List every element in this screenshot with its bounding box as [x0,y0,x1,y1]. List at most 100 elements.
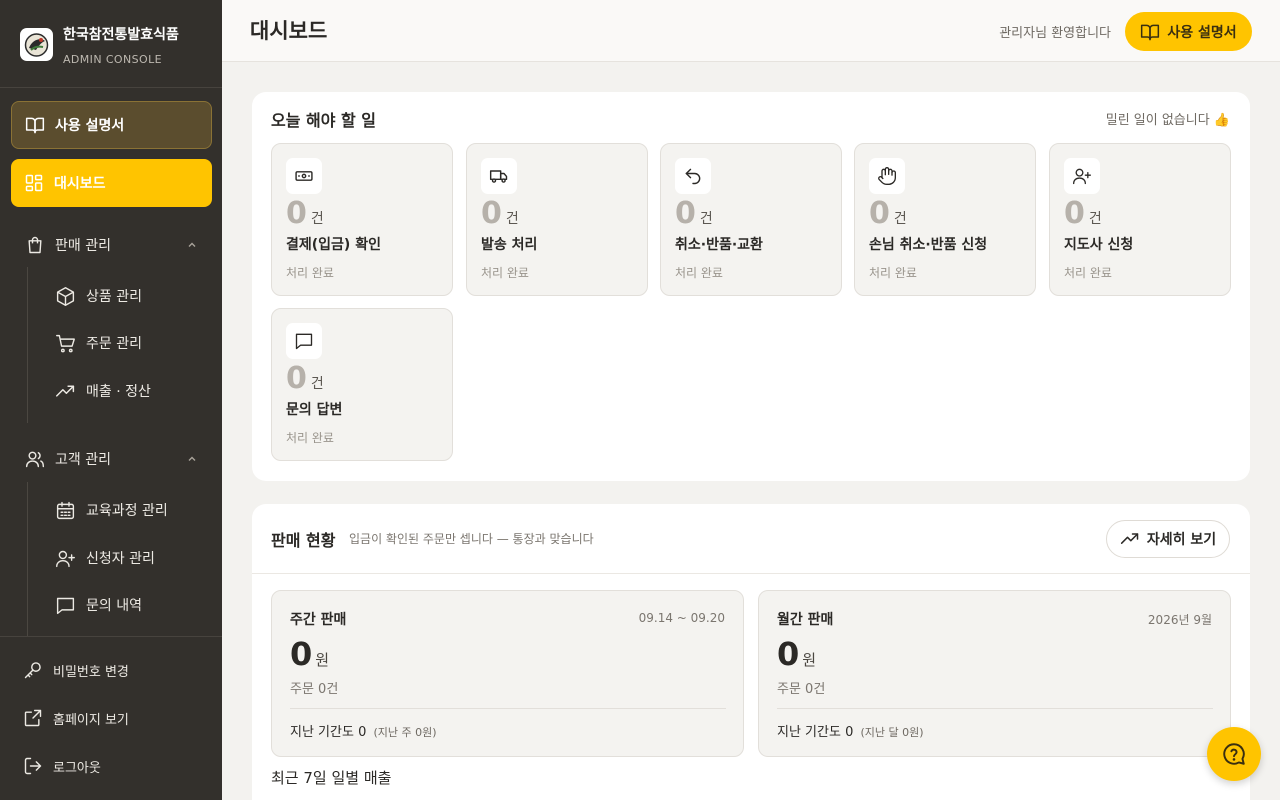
view-details-button[interactable]: 자세히 보기 [1106,520,1230,558]
task-status: 처리 완료 [1064,266,1112,280]
sidebar-group-label: 고객 관리 [55,452,111,468]
stat-orders: 주문 0건 [777,682,826,697]
truck-icon [481,158,517,194]
task-cancel-return-exchange[interactable]: 0 건 취소·반품·교환 처리 완료 [660,143,842,296]
user-plus-icon [55,548,76,569]
task-label: 손님 취소·반품 신청 [869,237,988,253]
task-status: 처리 완료 [286,266,334,280]
sidebar-item-inquiries[interactable]: 문의 내역 [55,585,215,625]
chevron-up-icon [186,239,198,251]
task-count: 0 건 [675,196,713,231]
view-details-label: 자세히 보기 [1146,532,1217,548]
user-plus-icon [1064,158,1100,194]
cart-icon [55,333,76,354]
sidebar-group-label: 판매 관리 [55,238,111,254]
task-label: 발송 처리 [481,237,538,253]
sidebar-item-label: 교육과정 관리 [86,503,168,519]
sidebar-item-label: 문의 내역 [86,598,142,614]
sidebar-group-sales[interactable]: 판매 관리 [0,223,222,267]
sidebar-bottom-label: 비밀번호 변경 [53,664,129,680]
group-line [27,267,28,423]
task-count: 0 건 [286,196,324,231]
sidebar-item-applicants[interactable]: 신청자 관리 [55,538,215,578]
task-count: 0 건 [481,196,519,231]
task-count: 0 건 [286,361,324,396]
task-status: 처리 완료 [869,266,917,280]
stat-amount-value: 0 [290,635,313,673]
stat-previous-text: 지난 기간도 0 [290,725,367,740]
sidebar-group-customers[interactable]: 고객 관리 [0,437,222,481]
task-count-unit: 건 [310,376,324,392]
task-count-unit: 건 [699,211,713,227]
external-link-icon [23,708,43,728]
users-icon [25,449,45,469]
brand-subtitle: ADMIN CONSOLE [63,53,162,66]
stat-amount-value: 0 [777,635,800,673]
sidebar-item-logout[interactable]: 로그아웃 [23,748,213,784]
hand-icon [869,158,905,194]
group-line [27,482,28,636]
task-label: 결제(입금) 확인 [286,237,381,253]
sales-card: 판매 현황 입금이 확인된 주문만 셉니다 — 통장과 맞습니다 자세히 보기 … [252,504,1250,800]
sales-divider [252,573,1250,574]
task-count-value: 0 [286,196,307,231]
task-count: 0 건 [1064,196,1102,231]
manual-button-label: 사용 설명서 [1167,24,1237,41]
sidebar-item-courses[interactable]: 교육과정 관리 [55,490,215,530]
calendar-icon [55,500,76,521]
sidebar-item-change-password[interactable]: 비밀번호 변경 [23,652,213,688]
task-count-unit: 건 [1088,211,1102,227]
cash-icon [286,158,322,194]
sidebar-item-orders[interactable]: 주문 관리 [55,323,215,363]
task-customer-cancel-request[interactable]: 0 건 손님 취소·반품 신청 처리 완료 [854,143,1036,296]
task-label: 지도사 신청 [1064,237,1134,253]
task-count-value: 0 [286,361,307,396]
task-inquiry-reply[interactable]: 0 건 문의 답변 처리 완료 [271,308,453,461]
task-count: 0 건 [869,196,907,231]
todo-card: 오늘 해야 할 일 밀린 일이 없습니다 👍 0 건 결제(입금) 확인 처리 … [252,92,1250,481]
stat-amount-unit: 원 [315,651,330,669]
help-button[interactable] [1207,727,1261,781]
task-status: 처리 완료 [286,431,334,445]
undo-icon [675,158,711,194]
sidebar-item-view-homepage[interactable]: 홈페이지 보기 [23,700,213,736]
stat-divider [777,708,1213,709]
sidebar-divider [0,636,222,637]
sidebar-item-label: 상품 관리 [86,289,142,305]
stat-range: 09.14 ~ 09.20 [638,611,725,625]
welcome-text: 관리자님 환영합니다 [999,26,1111,41]
trending-up-icon [1120,529,1140,549]
todo-note: 밀린 일이 없습니다 👍 [1105,113,1230,128]
stat-amount: 0 원 [290,635,329,673]
task-count-value: 0 [675,196,696,231]
sidebar-manual-button[interactable]: 사용 설명서 [11,101,212,149]
stat-previous-note: (지난 주 0원) [373,726,437,739]
message-icon [286,323,322,359]
task-count-value: 0 [869,196,890,231]
sidebar-bottom-label: 홈페이지 보기 [53,712,129,728]
sidebar-item-revenue[interactable]: 매출 · 정산 [55,371,215,411]
stat-previous: 지난 기간도 0 (지난 주 0원) [290,721,437,740]
task-payment-confirm[interactable]: 0 건 결제(입금) 확인 처리 완료 [271,143,453,296]
sidebar-item-products[interactable]: 상품 관리 [55,276,215,316]
trending-up-icon [55,381,76,402]
task-shipping[interactable]: 0 건 발송 처리 처리 완료 [466,143,648,296]
brand-logo [20,28,53,61]
key-icon [23,660,43,680]
stat-title: 월간 판매 [777,612,834,628]
sales-title: 판매 현황 [271,531,336,550]
task-instructor-application[interactable]: 0 건 지도사 신청 처리 완료 [1049,143,1231,296]
task-count-value: 0 [1064,196,1085,231]
sidebar: 한국참전통발효식품 ADMIN CONSOLE 사용 설명서 대시보드 판매 관… [0,0,222,800]
sidebar-item-dashboard[interactable]: 대시보드 [11,159,212,207]
task-count-unit: 건 [893,211,907,227]
stat-divider [290,708,726,709]
sidebar-item-label: 매출 · 정산 [86,384,151,400]
manual-button[interactable]: 사용 설명서 [1125,12,1252,51]
sidebar-item-label: 주문 관리 [86,336,142,352]
sidebar-item-label: 신청자 관리 [86,551,155,567]
topbar: 대시보드 관리자님 환영합니다 사용 설명서 [222,0,1280,62]
stat-amount: 0 원 [777,635,816,673]
chevron-up-icon [186,453,198,465]
sidebar-bottom-label: 로그아웃 [53,760,101,776]
